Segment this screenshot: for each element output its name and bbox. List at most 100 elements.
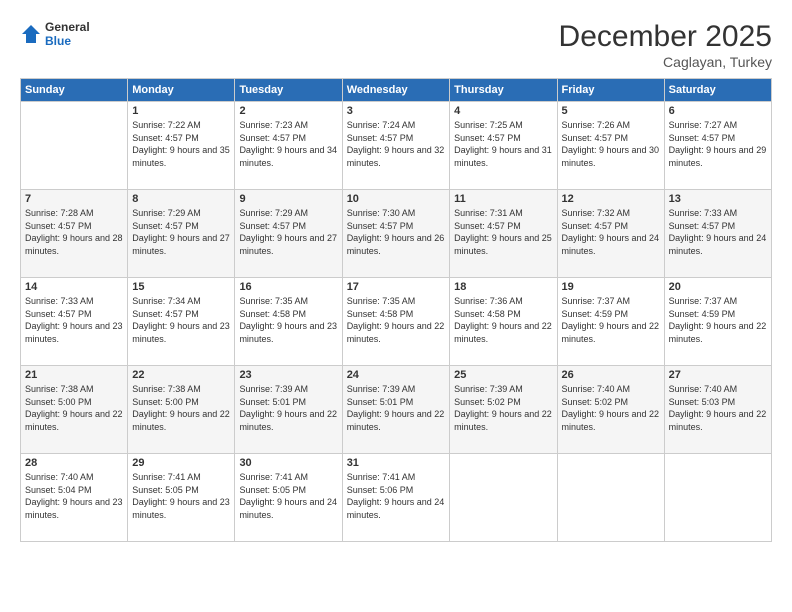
day-info: Sunrise: 7:34 AMSunset: 4:57 PMDaylight:…: [132, 295, 230, 345]
day-number: 13: [669, 193, 767, 205]
calendar-cell: 20 Sunrise: 7:37 AMSunset: 4:59 PMDaylig…: [664, 278, 771, 366]
day-info: Sunrise: 7:39 AMSunset: 5:01 PMDaylight:…: [239, 383, 337, 433]
calendar-cell: 9 Sunrise: 7:29 AMSunset: 4:57 PMDayligh…: [235, 190, 342, 278]
calendar-cell: [557, 454, 664, 542]
day-number: 5: [562, 105, 660, 117]
calendar-cell: [21, 102, 128, 190]
calendar-cell: 17 Sunrise: 7:35 AMSunset: 4:58 PMDaylig…: [342, 278, 449, 366]
day-info: Sunrise: 7:30 AMSunset: 4:57 PMDaylight:…: [347, 207, 445, 257]
day-number: 20: [669, 281, 767, 293]
calendar-cell: 16 Sunrise: 7:35 AMSunset: 4:58 PMDaylig…: [235, 278, 342, 366]
calendar-cell: 11 Sunrise: 7:31 AMSunset: 4:57 PMDaylig…: [450, 190, 557, 278]
day-info: Sunrise: 7:41 AMSunset: 5:05 PMDaylight:…: [132, 471, 230, 521]
calendar-cell: 5 Sunrise: 7:26 AMSunset: 4:57 PMDayligh…: [557, 102, 664, 190]
day-number: 23: [239, 369, 337, 381]
day-number: 2: [239, 105, 337, 117]
calendar-cell: 1 Sunrise: 7:22 AMSunset: 4:57 PMDayligh…: [128, 102, 235, 190]
day-info: Sunrise: 7:39 AMSunset: 5:02 PMDaylight:…: [454, 383, 552, 433]
day-info: Sunrise: 7:23 AMSunset: 4:57 PMDaylight:…: [239, 119, 337, 169]
day-info: Sunrise: 7:41 AMSunset: 5:05 PMDaylight:…: [239, 471, 337, 521]
logo-blue: Blue: [45, 34, 90, 48]
calendar-cell: [450, 454, 557, 542]
day-number: 17: [347, 281, 445, 293]
day-info: Sunrise: 7:38 AMSunset: 5:00 PMDaylight:…: [25, 383, 123, 433]
calendar-week-row: 21 Sunrise: 7:38 AMSunset: 5:00 PMDaylig…: [21, 366, 772, 454]
day-info: Sunrise: 7:25 AMSunset: 4:57 PMDaylight:…: [454, 119, 552, 169]
calendar-cell: 14 Sunrise: 7:33 AMSunset: 4:57 PMDaylig…: [21, 278, 128, 366]
calendar-cell: 2 Sunrise: 7:23 AMSunset: 4:57 PMDayligh…: [235, 102, 342, 190]
day-info: Sunrise: 7:41 AMSunset: 5:06 PMDaylight:…: [347, 471, 445, 521]
day-number: 16: [239, 281, 337, 293]
location-subtitle: Caglayan, Turkey: [559, 54, 772, 70]
day-number: 6: [669, 105, 767, 117]
day-number: 24: [347, 369, 445, 381]
day-info: Sunrise: 7:40 AMSunset: 5:03 PMDaylight:…: [669, 383, 767, 433]
calendar-cell: 15 Sunrise: 7:34 AMSunset: 4:57 PMDaylig…: [128, 278, 235, 366]
calendar-week-row: 7 Sunrise: 7:28 AMSunset: 4:57 PMDayligh…: [21, 190, 772, 278]
day-info: Sunrise: 7:33 AMSunset: 4:57 PMDaylight:…: [669, 207, 767, 257]
day-number: 27: [669, 369, 767, 381]
calendar-cell: 25 Sunrise: 7:39 AMSunset: 5:02 PMDaylig…: [450, 366, 557, 454]
calendar-day-header: Thursday: [450, 79, 557, 102]
calendar-cell: 19 Sunrise: 7:37 AMSunset: 4:59 PMDaylig…: [557, 278, 664, 366]
day-number: 30: [239, 457, 337, 469]
day-number: 4: [454, 105, 552, 117]
day-info: Sunrise: 7:32 AMSunset: 4:57 PMDaylight:…: [562, 207, 660, 257]
calendar-cell: 28 Sunrise: 7:40 AMSunset: 5:04 PMDaylig…: [21, 454, 128, 542]
day-info: Sunrise: 7:26 AMSunset: 4:57 PMDaylight:…: [562, 119, 660, 169]
logo-shape: [20, 23, 42, 45]
day-number: 1: [132, 105, 230, 117]
calendar-day-header: Friday: [557, 79, 664, 102]
title-area: December 2025 Caglayan, Turkey: [559, 20, 772, 70]
calendar-day-header: Tuesday: [235, 79, 342, 102]
day-info: Sunrise: 7:31 AMSunset: 4:57 PMDaylight:…: [454, 207, 552, 257]
day-number: 29: [132, 457, 230, 469]
day-info: Sunrise: 7:22 AMSunset: 4:57 PMDaylight:…: [132, 119, 230, 169]
calendar-day-header: Wednesday: [342, 79, 449, 102]
day-info: Sunrise: 7:40 AMSunset: 5:04 PMDaylight:…: [25, 471, 123, 521]
day-number: 8: [132, 193, 230, 205]
day-info: Sunrise: 7:33 AMSunset: 4:57 PMDaylight:…: [25, 295, 123, 345]
calendar-cell: 13 Sunrise: 7:33 AMSunset: 4:57 PMDaylig…: [664, 190, 771, 278]
day-info: Sunrise: 7:27 AMSunset: 4:57 PMDaylight:…: [669, 119, 767, 169]
day-number: 26: [562, 369, 660, 381]
calendar-cell: 24 Sunrise: 7:39 AMSunset: 5:01 PMDaylig…: [342, 366, 449, 454]
calendar-week-row: 14 Sunrise: 7:33 AMSunset: 4:57 PMDaylig…: [21, 278, 772, 366]
day-number: 9: [239, 193, 337, 205]
calendar-cell: 31 Sunrise: 7:41 AMSunset: 5:06 PMDaylig…: [342, 454, 449, 542]
day-info: Sunrise: 7:40 AMSunset: 5:02 PMDaylight:…: [562, 383, 660, 433]
calendar-day-header: Saturday: [664, 79, 771, 102]
calendar-cell: 8 Sunrise: 7:29 AMSunset: 4:57 PMDayligh…: [128, 190, 235, 278]
day-info: Sunrise: 7:37 AMSunset: 4:59 PMDaylight:…: [562, 295, 660, 345]
calendar-cell: 22 Sunrise: 7:38 AMSunset: 5:00 PMDaylig…: [128, 366, 235, 454]
calendar-cell: 29 Sunrise: 7:41 AMSunset: 5:05 PMDaylig…: [128, 454, 235, 542]
calendar-page: General Blue December 2025 Caglayan, Tur…: [0, 0, 792, 612]
calendar-cell: 4 Sunrise: 7:25 AMSunset: 4:57 PMDayligh…: [450, 102, 557, 190]
day-info: Sunrise: 7:35 AMSunset: 4:58 PMDaylight:…: [347, 295, 445, 345]
day-info: Sunrise: 7:37 AMSunset: 4:59 PMDaylight:…: [669, 295, 767, 345]
calendar-day-header: Monday: [128, 79, 235, 102]
month-title: December 2025: [559, 20, 772, 54]
calendar-cell: 10 Sunrise: 7:30 AMSunset: 4:57 PMDaylig…: [342, 190, 449, 278]
day-number: 10: [347, 193, 445, 205]
calendar-cell: 23 Sunrise: 7:39 AMSunset: 5:01 PMDaylig…: [235, 366, 342, 454]
day-number: 7: [25, 193, 123, 205]
day-number: 18: [454, 281, 552, 293]
day-number: 12: [562, 193, 660, 205]
calendar-week-row: 1 Sunrise: 7:22 AMSunset: 4:57 PMDayligh…: [21, 102, 772, 190]
calendar-cell: 12 Sunrise: 7:32 AMSunset: 4:57 PMDaylig…: [557, 190, 664, 278]
day-number: 11: [454, 193, 552, 205]
calendar-day-header: Sunday: [21, 79, 128, 102]
calendar-cell: 6 Sunrise: 7:27 AMSunset: 4:57 PMDayligh…: [664, 102, 771, 190]
day-number: 14: [25, 281, 123, 293]
calendar-cell: 26 Sunrise: 7:40 AMSunset: 5:02 PMDaylig…: [557, 366, 664, 454]
calendar-cell: 7 Sunrise: 7:28 AMSunset: 4:57 PMDayligh…: [21, 190, 128, 278]
calendar-cell: 18 Sunrise: 7:36 AMSunset: 4:58 PMDaylig…: [450, 278, 557, 366]
calendar-cell: 21 Sunrise: 7:38 AMSunset: 5:00 PMDaylig…: [21, 366, 128, 454]
day-number: 22: [132, 369, 230, 381]
calendar-cell: 3 Sunrise: 7:24 AMSunset: 4:57 PMDayligh…: [342, 102, 449, 190]
day-number: 31: [347, 457, 445, 469]
calendar-cell: [664, 454, 771, 542]
day-number: 25: [454, 369, 552, 381]
day-info: Sunrise: 7:35 AMSunset: 4:58 PMDaylight:…: [239, 295, 337, 345]
